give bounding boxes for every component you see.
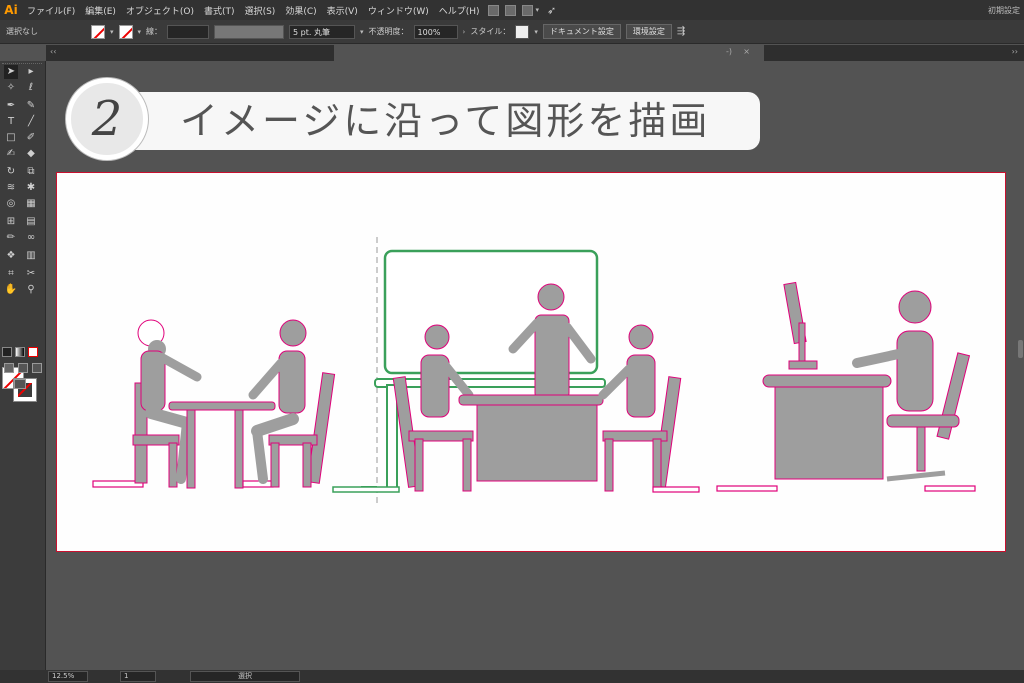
menu-edit[interactable]: 編集(E) <box>80 4 121 17</box>
selection-tool-icon[interactable]: ➤ <box>4 65 18 79</box>
type-tool-icon[interactable]: T <box>4 115 18 129</box>
stock-icon[interactable] <box>504 4 516 16</box>
preferences-button[interactable]: 環境設定 <box>625 24 672 39</box>
app-logo: Ai <box>4 3 18 17</box>
zoom-tool-icon[interactable]: ⚲ <box>24 283 38 297</box>
stroke-label: 線： <box>146 27 163 36</box>
menu-object[interactable]: オブジェクト(O) <box>121 4 199 17</box>
menu-effect[interactable]: 効果(C) <box>280 4 321 17</box>
rotate-tool-icon[interactable]: ↻ <box>4 165 18 179</box>
curvature-tool-icon[interactable]: ✎ <box>24 99 38 113</box>
arrange-documents-icon[interactable] <box>521 4 533 16</box>
chevron-down-icon[interactable]: ▾ <box>360 28 364 36</box>
mesh-tool-icon[interactable]: ⊞ <box>4 215 18 229</box>
step-title: イメージに沿って図形を描画 <box>180 99 711 143</box>
eyedropper-icon[interactable]: ✏ <box>4 231 18 245</box>
width-tool-icon[interactable]: ≋ <box>4 181 18 195</box>
panel-collapse-right-icon[interactable]: ›› <box>1012 47 1018 56</box>
document-tab[interactable]: -) × <box>334 45 764 61</box>
shaper-tool-icon[interactable]: ✍ <box>4 147 18 161</box>
color-mode-icon[interactable] <box>2 347 12 357</box>
shape-builder-icon[interactable]: ◎ <box>4 197 18 211</box>
close-icon[interactable]: × <box>743 47 750 56</box>
rectangle-tool-icon[interactable]: □ <box>4 131 18 145</box>
chevron-down-icon[interactable]: ▾ <box>110 28 114 36</box>
artwork <box>92 237 976 503</box>
scale-tool-icon[interactable]: ⧉ <box>24 165 38 179</box>
gradient-mode-icon[interactable] <box>15 347 25 357</box>
lasso-icon[interactable]: ℓ <box>24 81 38 95</box>
scene-desk-work <box>716 281 976 492</box>
zoom-field[interactable]: 12.5% <box>48 671 88 682</box>
menu-window[interactable]: ウィンドウ(W) <box>363 4 434 17</box>
slice-tool-icon[interactable]: ✂ <box>24 267 38 281</box>
gpu-rocket-icon[interactable]: ➶ <box>547 4 556 17</box>
menu-file[interactable]: ファイル(F) <box>22 4 80 17</box>
scene-presentation <box>332 237 700 503</box>
menu-view[interactable]: 表示(V) <box>322 4 363 17</box>
menu-help[interactable]: ヘルプ(H) <box>434 4 485 17</box>
graphic-style-swatch[interactable] <box>515 24 530 39</box>
menu-bar: Ai ファイル(F) 編集(E) オブジェクト(O) 書式(T) 選択(S) 効… <box>0 0 1024 20</box>
draw-normal-icon[interactable] <box>4 363 14 373</box>
chevron-down-icon[interactable]: ▾ <box>138 28 142 36</box>
perspective-grid-icon[interactable]: ▦ <box>24 197 38 211</box>
style-label: スタイル： <box>470 27 511 36</box>
panel-collapse-left-icon[interactable]: ‹‹ <box>50 47 56 56</box>
line-tool-icon[interactable]: ╱ <box>24 115 38 129</box>
artboard-navigation-field[interactable]: 1 <box>120 671 156 682</box>
pen-tool-icon[interactable]: ✒ <box>4 99 18 113</box>
menu-type[interactable]: 書式(T) <box>199 4 240 17</box>
control-bar: 選択なし ▾ ▾ 線： 5 pt. 丸筆 ▾ 不透明度： 100% › スタイル… <box>0 20 1024 44</box>
none-mode-icon[interactable] <box>28 347 38 357</box>
current-tool-status[interactable]: 選択 <box>190 671 300 682</box>
symbol-sprayer-icon[interactable]: ❖ <box>4 249 18 263</box>
graph-tool-icon[interactable]: ▥ <box>24 249 38 263</box>
draw-inside-icon[interactable] <box>32 363 42 373</box>
tools-panel: ➤ ▸ ✧ ℓ ✒ ✎ T ╱ □ ✐ ✍ ◆ ↻ ⧉ ≋ ✱ ◎ ▦ ⊞ ▤ … <box>0 61 46 670</box>
paintbrush-icon[interactable]: ✐ <box>24 131 38 145</box>
puppet-warp-icon[interactable]: ✱ <box>24 181 38 195</box>
workspace-switcher[interactable]: 初期設定 <box>988 5 1020 16</box>
status-bar: 12.5% 1 選択 <box>0 670 1024 683</box>
opacity-field[interactable]: 100% <box>413 24 458 39</box>
document-tab-strip: ‹‹ -) × ›› <box>46 45 1024 61</box>
stroke-weight-field[interactable] <box>167 24 210 39</box>
collapse-icon[interactable]: -) <box>726 47 732 56</box>
gradient-tool-icon[interactable]: ▤ <box>24 215 38 229</box>
vertical-scrollbar-thumb[interactable] <box>1018 340 1023 358</box>
magic-wand-icon[interactable]: ✧ <box>4 81 18 95</box>
document-setup-button[interactable]: ドキュメント設定 <box>542 24 621 39</box>
eraser-icon[interactable]: ◆ <box>24 147 38 161</box>
brush-definition[interactable]: 5 pt. 丸筆 <box>289 24 356 39</box>
artboard[interactable] <box>56 172 1006 552</box>
variable-width-profile[interactable] <box>214 24 285 39</box>
chevron-down-icon[interactable]: ▾ <box>534 28 538 36</box>
scene-meeting-table <box>92 319 377 489</box>
artboard-tool-icon[interactable]: ⌗ <box>4 267 18 281</box>
selection-status: 選択なし <box>6 27 38 36</box>
chevron-down-icon[interactable]: ▾ <box>536 6 540 14</box>
bridge-icon[interactable] <box>487 4 499 16</box>
direct-selection-tool-icon[interactable]: ▸ <box>24 65 38 79</box>
opacity-label: 不透明度： <box>368 27 409 36</box>
align-options-icon[interactable]: ⇶ <box>677 26 685 37</box>
screen-mode-icon[interactable] <box>14 379 26 389</box>
fill-swatch[interactable] <box>91 24 105 39</box>
blend-tool-icon[interactable]: ∞ <box>24 231 38 245</box>
step-number-badge: 2 <box>66 78 148 160</box>
hand-tool-icon[interactable]: ✋ <box>4 283 18 297</box>
draw-behind-icon[interactable] <box>18 363 28 373</box>
menu-select[interactable]: 選択(S) <box>240 4 281 17</box>
stroke-swatch[interactable] <box>118 24 133 39</box>
chevron-right-icon[interactable]: › <box>463 28 466 36</box>
